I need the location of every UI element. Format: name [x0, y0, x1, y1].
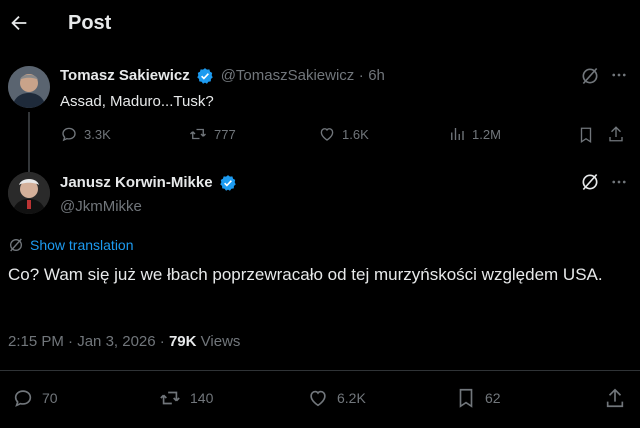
- grok-icon[interactable]: [580, 66, 600, 86]
- author-name[interactable]: Tomasz Sakiewicz: [60, 67, 190, 84]
- views-count: 79K: [168, 333, 197, 350]
- repost-button[interactable]: 140: [158, 387, 213, 409]
- heart-icon: [307, 387, 329, 409]
- post-time-ago[interactable]: 6h: [368, 67, 385, 84]
- repost-button[interactable]: 777: [188, 125, 236, 143]
- more-options-icon[interactable]: [610, 173, 628, 191]
- bookmark-count: 62: [485, 390, 501, 406]
- views-count: 1.2M: [472, 126, 501, 142]
- reply-count: 3.3K: [84, 126, 111, 142]
- translate-icon: [8, 237, 24, 253]
- avatar-janusz-korwin-mikke[interactable]: [8, 172, 50, 214]
- repost-icon: [188, 125, 208, 143]
- reply-button[interactable]: 3.3K: [60, 125, 111, 143]
- like-count: 6.2K: [337, 390, 366, 406]
- share-icon[interactable]: [604, 387, 626, 409]
- avatar-tomasz-sakiewicz[interactable]: [8, 66, 50, 108]
- separator-dot: ·: [159, 333, 165, 350]
- repost-count: 777: [214, 126, 236, 142]
- show-translation-label: Show translation: [30, 237, 134, 253]
- reply-icon: [12, 387, 34, 409]
- post-metadata: 2:15 PM · Jan 3, 2026 · 79K Views: [8, 333, 240, 350]
- verified-badge-icon: [219, 174, 237, 192]
- repost-count: 140: [190, 390, 214, 406]
- reply-icon: [60, 125, 78, 143]
- author-handle[interactable]: @TomaszSakiewicz: [221, 67, 355, 84]
- author-handle[interactable]: @JkmMikke: [60, 198, 142, 215]
- thread-line: [28, 112, 30, 172]
- share-icon[interactable]: [607, 125, 625, 143]
- views-label: Views: [200, 333, 241, 350]
- repost-icon: [158, 387, 182, 409]
- parent-post-header: Tomasz Sakiewicz @TomaszSakiewicz · 6h: [60, 67, 385, 85]
- bookmark-button[interactable]: 62: [455, 387, 501, 409]
- back-arrow-icon[interactable]: [8, 12, 30, 34]
- post-date[interactable]: Jan 3, 2026: [77, 333, 155, 350]
- author-name[interactable]: Janusz Korwin-Mikke: [60, 174, 213, 191]
- post-time[interactable]: 2:15 PM: [8, 333, 64, 350]
- like-count: 1.6K: [342, 126, 369, 142]
- main-post-text: Co? Wam się już we łbach poprzewracało o…: [8, 265, 603, 284]
- views-button[interactable]: 1.2M: [448, 125, 501, 143]
- verified-badge-icon: [196, 67, 214, 85]
- main-post-author: Janusz Korwin-Mikke: [60, 174, 237, 192]
- reply-button[interactable]: 70: [12, 387, 58, 409]
- more-options-icon[interactable]: [610, 66, 628, 84]
- bookmark-icon[interactable]: [577, 126, 595, 144]
- like-button[interactable]: 6.2K: [307, 387, 366, 409]
- divider: [0, 370, 640, 371]
- show-translation-link[interactable]: Show translation: [8, 237, 134, 253]
- page-title: Post: [68, 12, 112, 34]
- separator-dot: ·: [358, 67, 364, 85]
- parent-post-text: Assad, Maduro...Tusk?: [60, 93, 214, 110]
- reply-count: 70: [42, 390, 58, 406]
- bookmark-icon: [455, 387, 477, 409]
- analytics-icon: [448, 125, 466, 143]
- grok-icon[interactable]: [580, 172, 600, 192]
- separator-dot: ·: [68, 333, 74, 350]
- heart-icon: [318, 125, 336, 143]
- like-button[interactable]: 1.6K: [318, 125, 369, 143]
